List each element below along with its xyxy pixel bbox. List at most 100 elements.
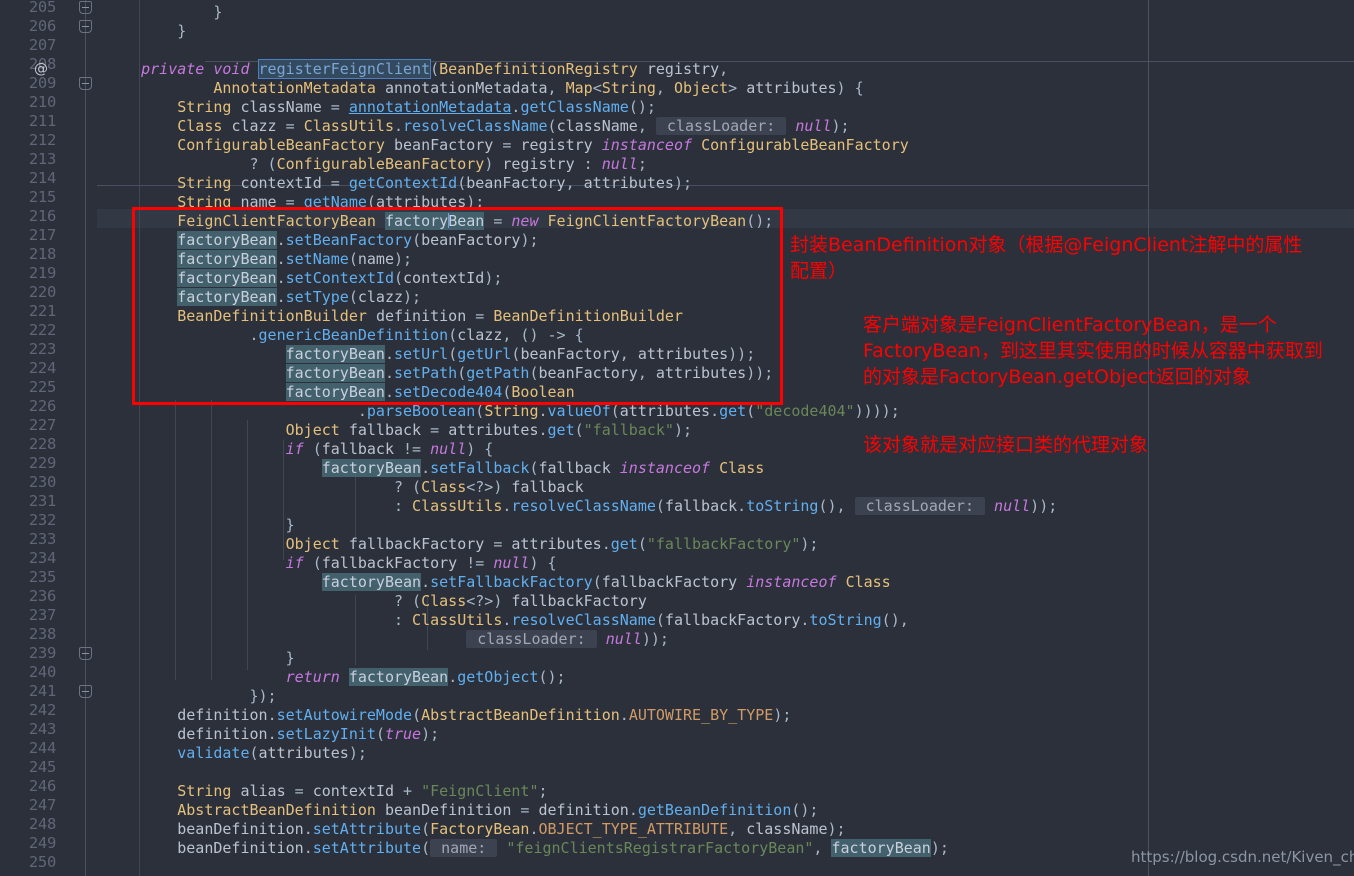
code-line[interactable]: String className = annotationMetadata.ge… — [105, 98, 656, 117]
code-line[interactable]: classLoader: null)); — [105, 630, 669, 649]
code-line[interactable]: if (fallbackFactory != null) { — [105, 554, 557, 573]
line-number: 245 — [28, 758, 56, 776]
line-number: 207 — [28, 36, 56, 54]
code-line[interactable]: AnnotationMetadata annotationMetadata, M… — [105, 79, 863, 98]
line-number: 239 — [28, 644, 56, 662]
code-line[interactable]: String name = getName(attributes); — [105, 193, 484, 212]
code-line[interactable]: .parseBoolean(String.valueOf(attributes.… — [105, 402, 900, 421]
line-number: 206 — [28, 17, 56, 35]
watermark-url: https://blog.csdn.net/Kiven_ch — [1131, 848, 1354, 866]
code-line[interactable]: factoryBean.setFallback(fallback instanc… — [105, 459, 764, 478]
code-line[interactable]: validate(attributes); — [105, 744, 367, 763]
code-line[interactable]: Object fallbackFactory = attributes.get(… — [105, 535, 819, 554]
fold-toggle-icon[interactable] — [79, 20, 92, 33]
fold-region-line — [85, 0, 86, 876]
code-line[interactable]: }); — [105, 687, 276, 706]
code-line[interactable]: definition.setAutowireMode(AbstractBeanD… — [105, 706, 791, 725]
fold-toggle-icon[interactable] — [79, 647, 92, 660]
code-line[interactable]: .genericBeanDefinition(clazz, () -> { — [105, 326, 583, 345]
line-number: 215 — [28, 188, 56, 206]
line-number: 243 — [28, 720, 56, 738]
line-number: 220 — [28, 283, 56, 301]
code-line[interactable]: BeanDefinitionBuilder definition = BeanD… — [105, 307, 683, 326]
code-line[interactable]: ConfigurableBeanFactory beanFactory = re… — [105, 136, 909, 155]
code-line[interactable]: beanDefinition.setAttribute( name: "feig… — [105, 839, 949, 858]
code-line[interactable]: ? (ConfigurableBeanFactory) registry : n… — [105, 155, 646, 174]
line-number: 246 — [28, 777, 56, 795]
code-line[interactable]: FeignClientFactoryBean factoryBean = new… — [105, 212, 773, 231]
line-number: 223 — [28, 340, 56, 358]
code-line[interactable]: return factoryBean.getObject(); — [105, 668, 566, 687]
line-number: 236 — [28, 587, 56, 605]
code-line[interactable]: } — [105, 649, 295, 668]
line-number: 210 — [28, 93, 56, 111]
annotation-note-2: 客户端对象是FeignClientFactoryBean，是一个FactoryB… — [863, 314, 1323, 388]
line-number: 228 — [28, 435, 56, 453]
code-line[interactable]: factoryBean.setName(name); — [105, 250, 412, 269]
code-line[interactable]: factoryBean.setContextId(contextId); — [105, 269, 502, 288]
line-number: 218 — [28, 245, 56, 263]
line-number: 248 — [28, 815, 56, 833]
code-line[interactable]: String contextId = getContextId(beanFact… — [105, 174, 692, 193]
line-number: 230 — [28, 473, 56, 491]
fold-toggle-icon[interactable] — [79, 685, 92, 698]
line-number: 227 — [28, 416, 56, 434]
fold-toggle-icon[interactable] — [79, 77, 92, 90]
line-number: 240 — [28, 663, 56, 681]
line-number: 237 — [28, 606, 56, 624]
line-number: 242 — [28, 701, 56, 719]
line-number: 225 — [28, 378, 56, 396]
annotation-note-3: 该对象就是对应接口类的代理对象 — [863, 434, 1149, 456]
line-number: 214 — [28, 169, 56, 187]
line-number: 231 — [28, 492, 56, 510]
code-line[interactable]: beanDefinition.setAttribute(FactoryBean.… — [105, 820, 845, 839]
code-line[interactable]: : ClassUtils.resolveClassName(fallbackFa… — [105, 611, 909, 630]
code-line[interactable]: if (fallback != null) { — [105, 440, 494, 459]
line-number: 205 — [28, 0, 56, 16]
line-number: 224 — [28, 359, 56, 377]
line-number: 233 — [28, 530, 56, 548]
line-number: 232 — [28, 511, 56, 529]
code-line[interactable]: Object fallback = attributes.get("fallba… — [105, 421, 692, 440]
code-line[interactable] — [105, 858, 114, 876]
code-line[interactable]: ? (Class<?>) fallbackFactory — [105, 592, 647, 611]
line-number-gutter[interactable]: 205 206 207 208 209 210 211 212 213 214 215 216 217 2… — [0, 0, 97, 876]
code-line[interactable]: factoryBean.setFallbackFactory(fallbackF… — [105, 573, 891, 592]
line-number: 226 — [28, 397, 56, 415]
line-number: 211 — [28, 112, 56, 130]
line-number: 249 — [28, 834, 56, 852]
code-line[interactable]: String alias = contextId + "FeignClient"… — [105, 782, 547, 801]
line-number: 229 — [28, 454, 56, 472]
fold-toggle-icon[interactable] — [79, 1, 92, 14]
code-line[interactable]: ? (Class<?>) fallback — [105, 478, 584, 497]
code-line[interactable]: definition.setLazyInit(true); — [105, 725, 439, 744]
code-line[interactable]: private void registerFeignClient(BeanDef… — [105, 59, 728, 79]
line-number: 250 — [28, 853, 56, 871]
line-number: 219 — [28, 264, 56, 282]
line-number: 213 — [28, 150, 56, 168]
code-editor[interactable]: 205 206 207 208 209 210 211 212 213 214 215 216 217 2… — [0, 0, 1354, 876]
code-line[interactable]: factoryBean.setBeanFactory(beanFactory); — [105, 231, 539, 250]
code-line[interactable]: Class clazz = ClassUtils.resolveClassNam… — [105, 117, 850, 136]
code-line[interactable]: factoryBean.setType(clazz); — [105, 288, 421, 307]
code-line[interactable] — [105, 41, 114, 60]
code-line[interactable]: : ClassUtils.resolveClassName(fallback.t… — [105, 497, 1057, 516]
line-number: 244 — [28, 739, 56, 757]
line-number: 222 — [28, 321, 56, 339]
line-number: 234 — [28, 549, 56, 567]
code-line[interactable] — [105, 763, 114, 782]
annotation-gutter-icon[interactable]: @ — [30, 60, 52, 79]
line-number: 247 — [28, 796, 56, 814]
code-line[interactable]: factoryBean.setUrl(getUrl(beanFactory, a… — [105, 345, 755, 364]
code-line[interactable]: factoryBean.setDecode404(Boolean — [105, 383, 575, 402]
line-number: 238 — [28, 625, 56, 643]
line-number: 217 — [28, 226, 56, 244]
code-line[interactable]: } — [105, 3, 222, 22]
line-number: 241 — [28, 682, 56, 700]
line-number: 212 — [28, 131, 56, 149]
line-number: 235 — [28, 568, 56, 586]
code-line[interactable]: factoryBean.setPath(getPath(beanFactory,… — [105, 364, 773, 383]
code-line[interactable]: AbstractBeanDefinition beanDefinition = … — [105, 801, 818, 820]
code-line[interactable]: } — [105, 22, 186, 41]
code-line[interactable]: } — [105, 516, 295, 535]
